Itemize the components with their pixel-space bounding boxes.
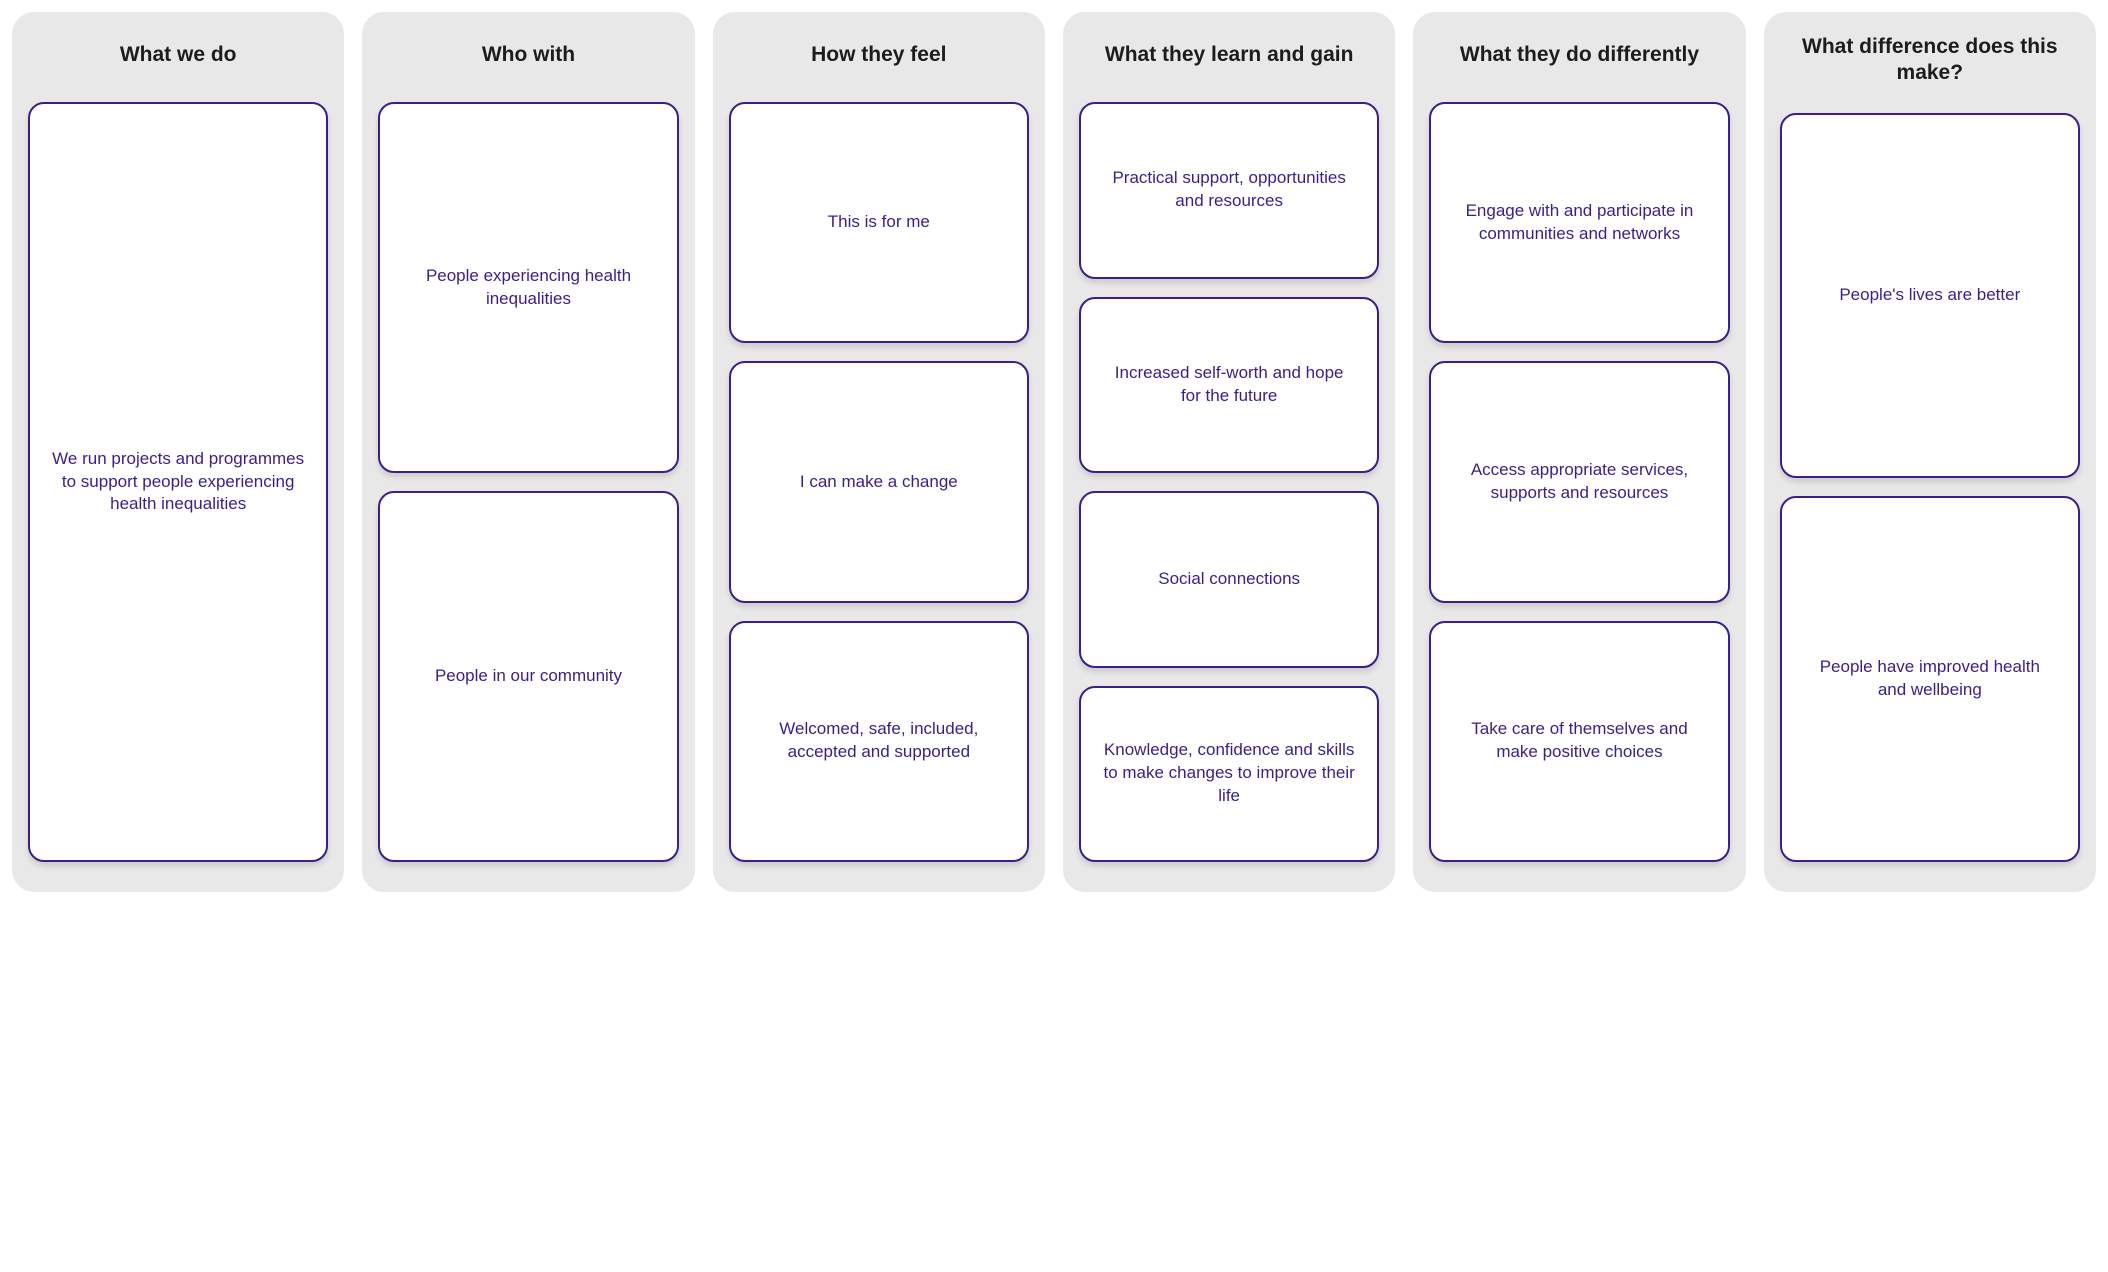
column-header: What they learn and gain — [1079, 12, 1379, 102]
card: People's lives are better — [1780, 113, 2080, 479]
card-text: I can make a change — [800, 471, 958, 494]
card: Welcomed, safe, included, accepted and s… — [729, 621, 1029, 862]
card: Social connections — [1079, 491, 1379, 668]
card: People experiencing health inequalities — [378, 102, 678, 473]
card: Take care of themselves and make positiv… — [1429, 621, 1729, 862]
card-text: Access appropriate services, supports an… — [1453, 459, 1705, 505]
card-text: People in our community — [435, 665, 622, 688]
card: This is for me — [729, 102, 1029, 343]
card-text: Engage with and participate in communiti… — [1453, 200, 1705, 246]
card-text: People's lives are better — [1839, 284, 2020, 307]
column-header: How they feel — [729, 12, 1029, 102]
card: Knowledge, confidence and skills to make… — [1079, 686, 1379, 863]
card-container: People's lives are better People have imp… — [1780, 113, 2080, 863]
card-container: This is for me I can make a change Welcome… — [729, 102, 1029, 862]
card-text: Increased self-worth and hope for the fu… — [1103, 362, 1355, 408]
card: Practical support, opportunities and res… — [1079, 102, 1379, 279]
card-text: This is for me — [828, 211, 930, 234]
card-text: Welcomed, safe, included, accepted and s… — [753, 718, 1005, 764]
logic-model-board: What we do We run projects and programmes… — [0, 0, 2108, 904]
card-text: Practical support, opportunities and res… — [1103, 167, 1355, 213]
column-4: What they do differently Engage with and … — [1413, 12, 1745, 892]
card: People have improved health and wellbein… — [1780, 496, 2080, 862]
column-5: What difference does this make?People's … — [1764, 12, 2096, 892]
card: We run projects and programmes to suppor… — [28, 102, 328, 862]
card-text: We run projects and programmes to suppor… — [52, 448, 304, 517]
card-text: People have improved health and wellbein… — [1804, 656, 2056, 702]
column-0: What we do We run projects and programmes… — [12, 12, 344, 892]
column-header: What we do — [28, 12, 328, 102]
column-header: What difference does this make? — [1780, 12, 2080, 113]
column-header: What they do differently — [1429, 12, 1729, 102]
column-2: How they feel This is for me I can make a … — [713, 12, 1045, 892]
card: People in our community — [378, 491, 678, 862]
card-container: Practical support, opportunities and res… — [1079, 102, 1379, 862]
card-text: Knowledge, confidence and skills to make… — [1103, 739, 1355, 808]
card-text: Take care of themselves and make positiv… — [1453, 718, 1705, 764]
card-text: Social connections — [1158, 568, 1300, 591]
column-3: What they learn and gain Practical suppor… — [1063, 12, 1395, 892]
card-text: People experiencing health inequalities — [402, 265, 654, 311]
column-1: Who withPeople experiencing health inequ… — [362, 12, 694, 892]
card: Increased self-worth and hope for the fu… — [1079, 297, 1379, 474]
card: Engage with and participate in communiti… — [1429, 102, 1729, 343]
column-header: Who with — [378, 12, 678, 102]
card-container: People experiencing health inequalities P… — [378, 102, 678, 862]
card: Access appropriate services, supports an… — [1429, 361, 1729, 602]
card-container: We run projects and programmes to suppor… — [28, 102, 328, 862]
card: I can make a change — [729, 361, 1029, 602]
card-container: Engage with and participate in communiti… — [1429, 102, 1729, 862]
